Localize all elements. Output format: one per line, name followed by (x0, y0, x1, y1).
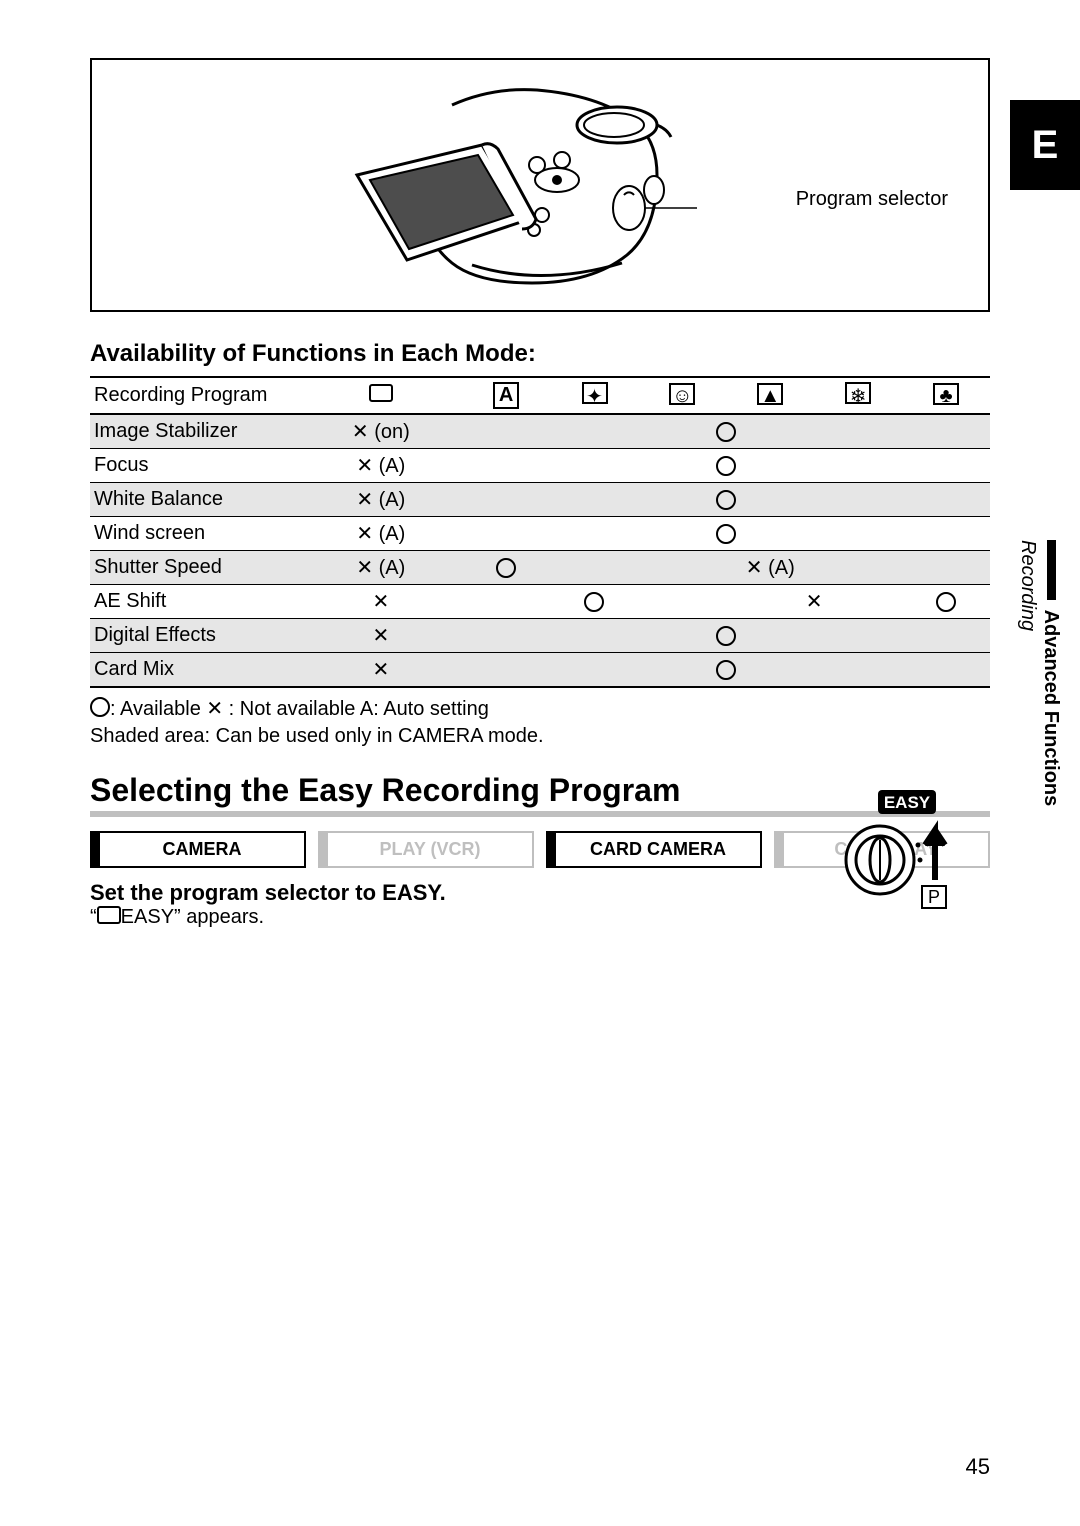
camcorder-illustration: Program selector (90, 58, 990, 312)
row-focus: Focus ✕ (A) (90, 449, 990, 483)
easy-selector-diagram: EASY P (840, 790, 960, 915)
mode-icon-easy (300, 377, 462, 414)
availability-heading: Availability of Functions in Each Mode: (90, 340, 990, 368)
mode-icon-sports: ✦ (551, 377, 639, 414)
side-section-label: Advanced Functions Recording (1016, 540, 1062, 806)
table-legend: : Available ✕ : Not available A: Auto se… (90, 696, 990, 750)
mode-card-camera: CARD CAMERA (546, 831, 762, 868)
header-label: Recording Program (90, 377, 300, 414)
page-number: 45 (966, 1454, 990, 1480)
mode-icon-low-light: ♣ (902, 377, 990, 414)
row-card-mix: Card Mix ✕ (90, 653, 990, 688)
mode-play-vcr: PLAY (VCR) (318, 831, 534, 868)
table-header-row: Recording Program A ✦ ☺ ▲ ❄ ♣ (90, 377, 990, 414)
row-digital-effects: Digital Effects ✕ (90, 619, 990, 653)
row-image-stabilizer: Image Stabilizer ✕ (on) (90, 414, 990, 449)
function-table: Recording Program A ✦ ☺ ▲ ❄ ♣ Image Stab… (90, 376, 990, 688)
easy-rect-icon (97, 906, 121, 924)
camcorder-svg (322, 80, 702, 290)
mode-icon-sand-snow: ❄ (814, 377, 902, 414)
mode-icon-auto: A (462, 377, 551, 414)
row-white-balance: White Balance ✕ (A) (90, 483, 990, 517)
mode-icon-portrait: ☺ (638, 377, 726, 414)
p-badge: P (928, 887, 940, 907)
easy-badge: EASY (884, 793, 931, 812)
mode-icon-spotlight: ▲ (726, 377, 814, 414)
row-ae-shift: AE Shift ✕ ✕ (90, 585, 990, 619)
mode-camera: CAMERA (90, 831, 306, 868)
row-wind-screen: Wind screen ✕ (A) (90, 517, 990, 551)
row-shutter-speed: Shutter Speed ✕ (A) ✕ (A) (90, 551, 990, 585)
program-selector-label: Program selector (796, 188, 948, 211)
